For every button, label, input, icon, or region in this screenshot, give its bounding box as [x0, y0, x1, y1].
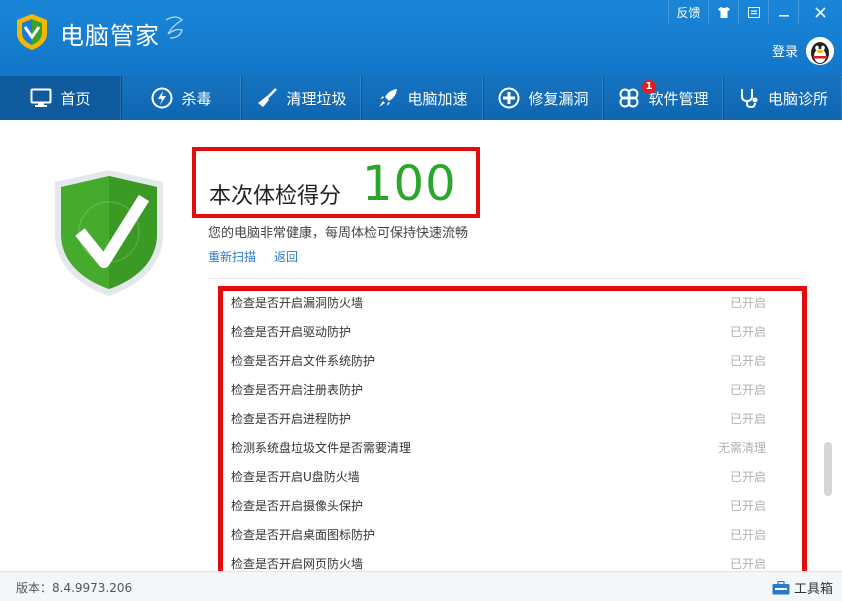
minimize-button[interactable] [768, 0, 798, 24]
check-status: 已开启 [729, 557, 766, 571]
settings-menu-icon [747, 6, 760, 18]
check-status: 已开启 [729, 499, 766, 513]
software-icon [618, 87, 640, 109]
list-item: 检查是否开启漏洞防火墙 已开启 [231, 288, 766, 317]
rescan-link[interactable]: 重新扫描 [208, 248, 256, 265]
check-status: 已开启 [729, 528, 766, 542]
check-label: 检查是否开启驱动防护 [231, 325, 352, 339]
broom-icon [256, 87, 278, 109]
list-item: 检测系统盘垃圾文件是否需要清理 无需清理 [231, 433, 766, 462]
check-status: 已开启 [729, 470, 766, 484]
toolbox-button[interactable]: 工具箱 [772, 578, 833, 597]
toolbox-icon [772, 580, 790, 594]
list-item: 检查是否开启U盘防火墙 已开启 [231, 462, 766, 491]
nav-clinic[interactable]: 电脑诊所 [724, 76, 842, 120]
nav-label: 首页 [60, 89, 91, 108]
qq-penguin-icon [806, 37, 834, 65]
check-label: 检查是否开启文件系统防护 [231, 354, 376, 368]
skin-button[interactable] [708, 0, 738, 24]
check-label: 检查是否开启漏洞防火墙 [231, 296, 364, 310]
list-item: 检查是否开启驱动防护 已开启 [231, 317, 766, 346]
nav-label: 清理垃圾 [286, 89, 347, 108]
health-message: 您的电脑非常健康，每周体检可保持快速流畅 [208, 226, 469, 241]
signature-mark-icon [165, 16, 184, 39]
nav-home[interactable]: 首页 [0, 76, 122, 120]
score-label: 本次体检得分 [209, 184, 342, 209]
window-controls: 反馈 [668, 0, 842, 24]
nav-clean[interactable]: 清理垃圾 [242, 76, 362, 120]
login-link[interactable]: 登录 [772, 41, 798, 60]
shirt-icon [717, 6, 730, 18]
check-label: 检查是否开启网页防火墙 [231, 557, 364, 571]
check-status: 已开启 [729, 325, 766, 339]
nav-label: 修复漏洞 [528, 89, 589, 108]
check-label: 检查是否开启注册表防护 [231, 383, 364, 397]
check-status: 已开启 [729, 354, 766, 368]
close-button[interactable] [798, 0, 842, 24]
nav-label: 电脑加速 [407, 89, 468, 108]
list-item: 检查是否开启进程防护 已开启 [231, 404, 766, 433]
toolbox-label: 工具箱 [794, 582, 834, 597]
nav-label: 杀毒 [181, 89, 212, 108]
app-title: 电脑管家 [60, 22, 160, 50]
divider [208, 278, 804, 279]
back-link[interactable]: 返回 [274, 248, 298, 265]
status-bar: 版本：8.4.9973.206 工具箱 [0, 571, 842, 601]
shield-check-icon [55, 170, 163, 296]
rocket-icon [377, 87, 399, 109]
main-nav: 首页 杀毒 清理垃圾 电脑加速 修复漏洞 1 软件管理 电脑诊所 [0, 76, 842, 120]
minimize-icon [778, 15, 789, 17]
list-item: 检查是否开启桌面图标防护 已开启 [231, 520, 766, 549]
list-scrollbar[interactable] [824, 442, 832, 496]
nav-label: 电脑诊所 [767, 89, 828, 108]
check-status: 已开启 [729, 412, 766, 426]
check-label: 检查是否开启桌面图标防护 [231, 528, 376, 542]
check-list: 检查是否开启漏洞防火墙 已开启 检查是否开启驱动防护 已开启 检查是否开启文件系… [218, 286, 807, 578]
check-status: 已开启 [729, 296, 766, 310]
close-icon [815, 6, 826, 18]
main-menu-button[interactable] [738, 0, 768, 24]
checkup-result-panel: 本次体检得分 100 您的电脑非常健康，每周体检可保持快速流畅 重新扫描 返回 … [0, 120, 842, 578]
score-value: 100 [362, 156, 457, 212]
avatar[interactable] [806, 37, 834, 65]
nav-speedup[interactable]: 电脑加速 [362, 76, 484, 120]
list-item: 检查是否开启注册表防护 已开启 [231, 375, 766, 404]
nav-fix-vulnerabilities[interactable]: 修复漏洞 [484, 76, 604, 120]
nav-software[interactable]: 1 软件管理 [604, 76, 724, 120]
notification-badge: 1 [642, 80, 656, 94]
check-label: 检查是否开启摄像头保护 [231, 499, 364, 513]
check-label: 检查是否开启U盘防火墙 [231, 470, 360, 484]
check-status: 已开启 [729, 383, 766, 397]
app-logo-icon [17, 14, 47, 50]
list-item: 检查是否开启摄像头保护 已开启 [231, 491, 766, 520]
stethoscope-icon [738, 87, 760, 109]
list-item: 检查是否开启文件系统防护 已开启 [231, 346, 766, 375]
check-label: 检测系统盘垃圾文件是否需要清理 [231, 441, 412, 455]
version-text: 版本：8.4.9973.206 [16, 581, 133, 595]
nav-label: 软件管理 [648, 89, 709, 108]
nav-antivirus[interactable]: 杀毒 [122, 76, 242, 120]
monitor-icon [30, 87, 52, 109]
lightning-icon [151, 87, 173, 109]
shield-patch-icon [498, 87, 520, 109]
check-label: 检查是否开启进程防护 [231, 412, 352, 426]
feedback-button[interactable]: 反馈 [668, 0, 708, 24]
check-status: 无需清理 [717, 441, 766, 455]
title-bar: 电脑管家 反馈 登录 [0, 0, 842, 76]
